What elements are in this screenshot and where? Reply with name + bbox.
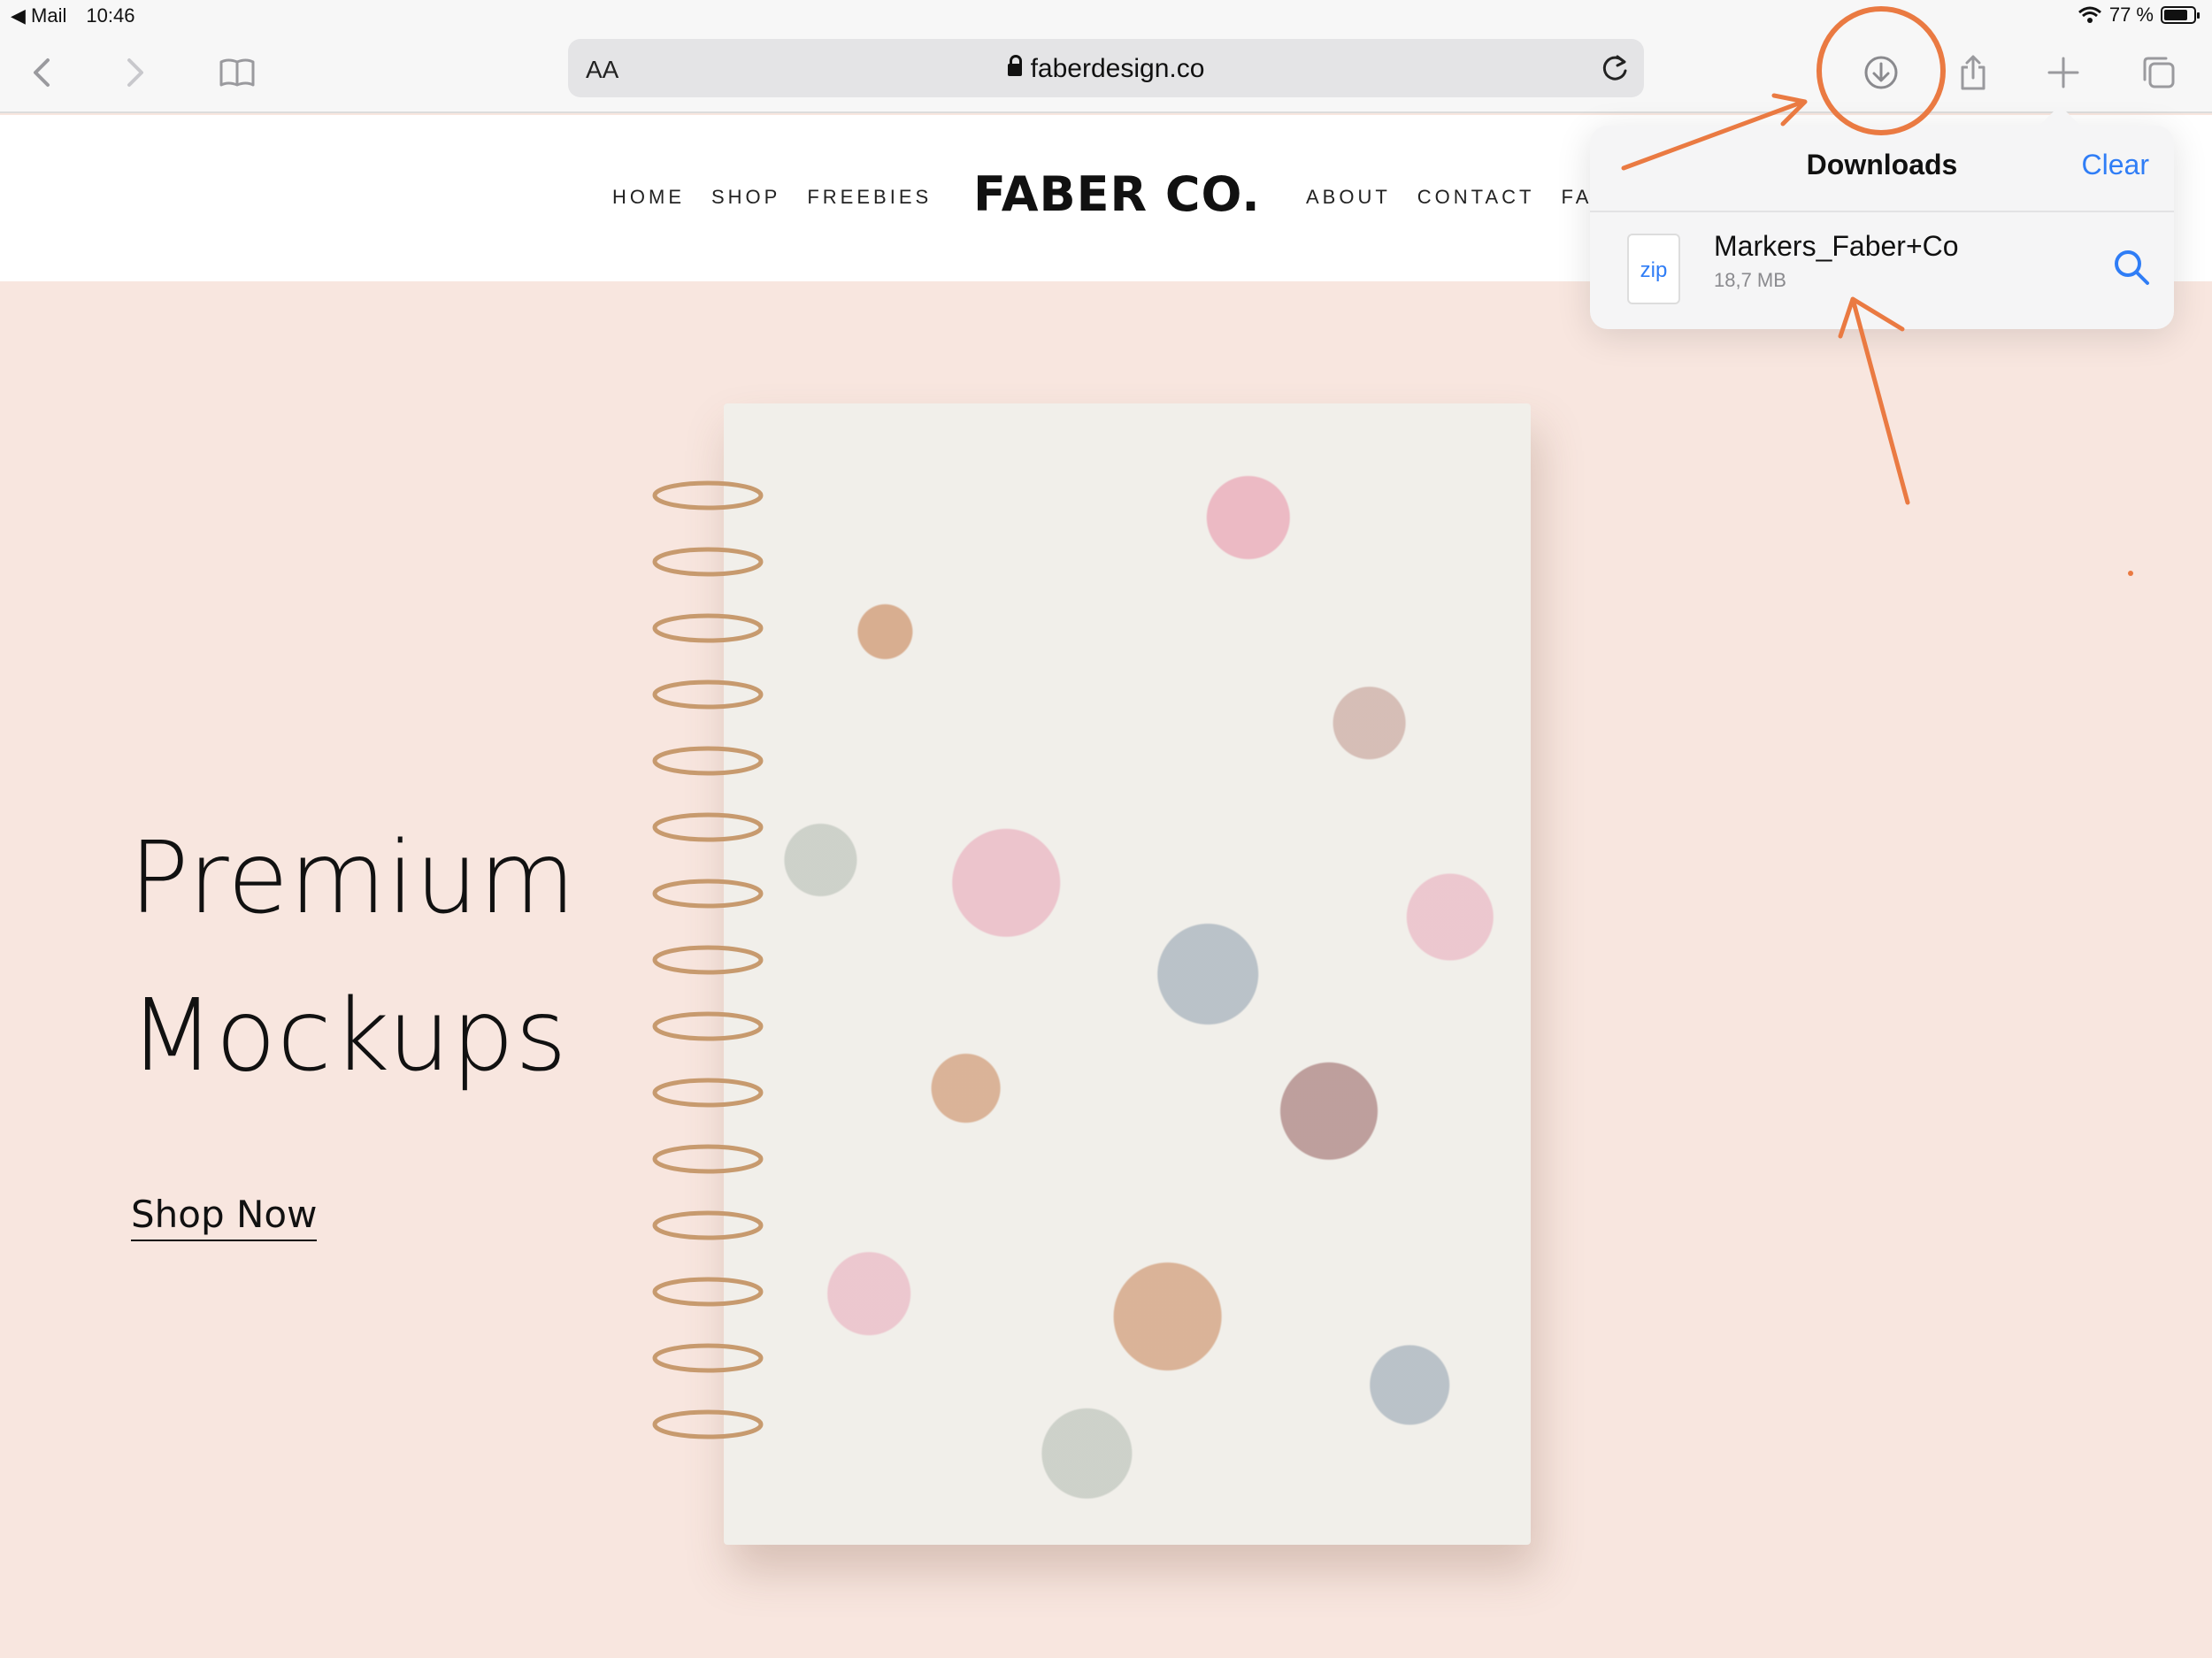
bookmarks-book-icon[interactable]: [214, 50, 260, 96]
nav-shop[interactable]: SHOP: [711, 186, 780, 209]
clock: 10:46: [86, 4, 135, 27]
wifi-icon: [2078, 6, 2101, 23]
back-to-app-link[interactable]: ◀ Mail: [11, 4, 66, 27]
nav-freebies[interactable]: FREEBIES: [807, 186, 932, 209]
show-in-files-search-icon[interactable]: [2112, 248, 2151, 287]
nav-about[interactable]: ABOUT: [1306, 186, 1391, 209]
file-type-label: zip: [1640, 258, 1668, 282]
popover-divider: [1590, 211, 2174, 212]
download-file-size: 18,7 MB: [1714, 269, 1786, 291]
share-icon[interactable]: [1950, 50, 1996, 96]
download-file-name[interactable]: Markers_Faber+Co: [1714, 230, 1959, 263]
nav-right: ABOUT CONTACT FAQ: [1306, 186, 1611, 209]
new-tab-plus-icon[interactable]: [2040, 50, 2086, 96]
battery-icon: [2161, 6, 2200, 24]
battery-percent: 77 %: [2108, 4, 2154, 26]
annotation-dot: [2128, 571, 2133, 576]
nav-left: HOME SHOP FREEBIES: [612, 186, 932, 209]
clear-downloads-button[interactable]: Clear: [2082, 149, 2149, 181]
zip-file-icon: zip: [1627, 234, 1680, 304]
tabs-overview-icon[interactable]: [2136, 50, 2182, 96]
notebook-spiral-rings: [652, 480, 764, 1439]
status-bar: ◀ Mail 10:46 77 %: [0, 0, 2212, 32]
shop-now-link[interactable]: Shop Now: [131, 1193, 318, 1241]
url-display[interactable]: faberdesign.co: [568, 54, 1644, 84]
url-text: faberdesign.co: [1030, 54, 1205, 83]
hero-title-line-2: Mockups: [129, 979, 568, 1094]
lock-icon: [1007, 55, 1022, 76]
address-bar[interactable]: AA faberdesign.co: [568, 39, 1644, 97]
browser-toolbar: AA faberdesign.co: [0, 32, 2212, 113]
hero-title-line-1: Premium: [129, 821, 577, 936]
site-logo[interactable]: FABER CO.: [973, 166, 1261, 222]
forward-chevron-icon[interactable]: [111, 50, 157, 96]
annotation-arrow-bottom: [1838, 296, 1910, 505]
back-chevron-icon[interactable]: [19, 50, 65, 96]
nav-home[interactable]: HOME: [612, 186, 685, 209]
notebook-mockup-image: [724, 403, 1531, 1545]
downloads-popover: Downloads Clear zip Markers_Faber+Co 18,…: [1590, 126, 2174, 329]
downloads-icon[interactable]: [1858, 50, 1904, 96]
reload-icon[interactable]: [1598, 51, 1632, 85]
nav-contact[interactable]: CONTACT: [1417, 186, 1535, 209]
